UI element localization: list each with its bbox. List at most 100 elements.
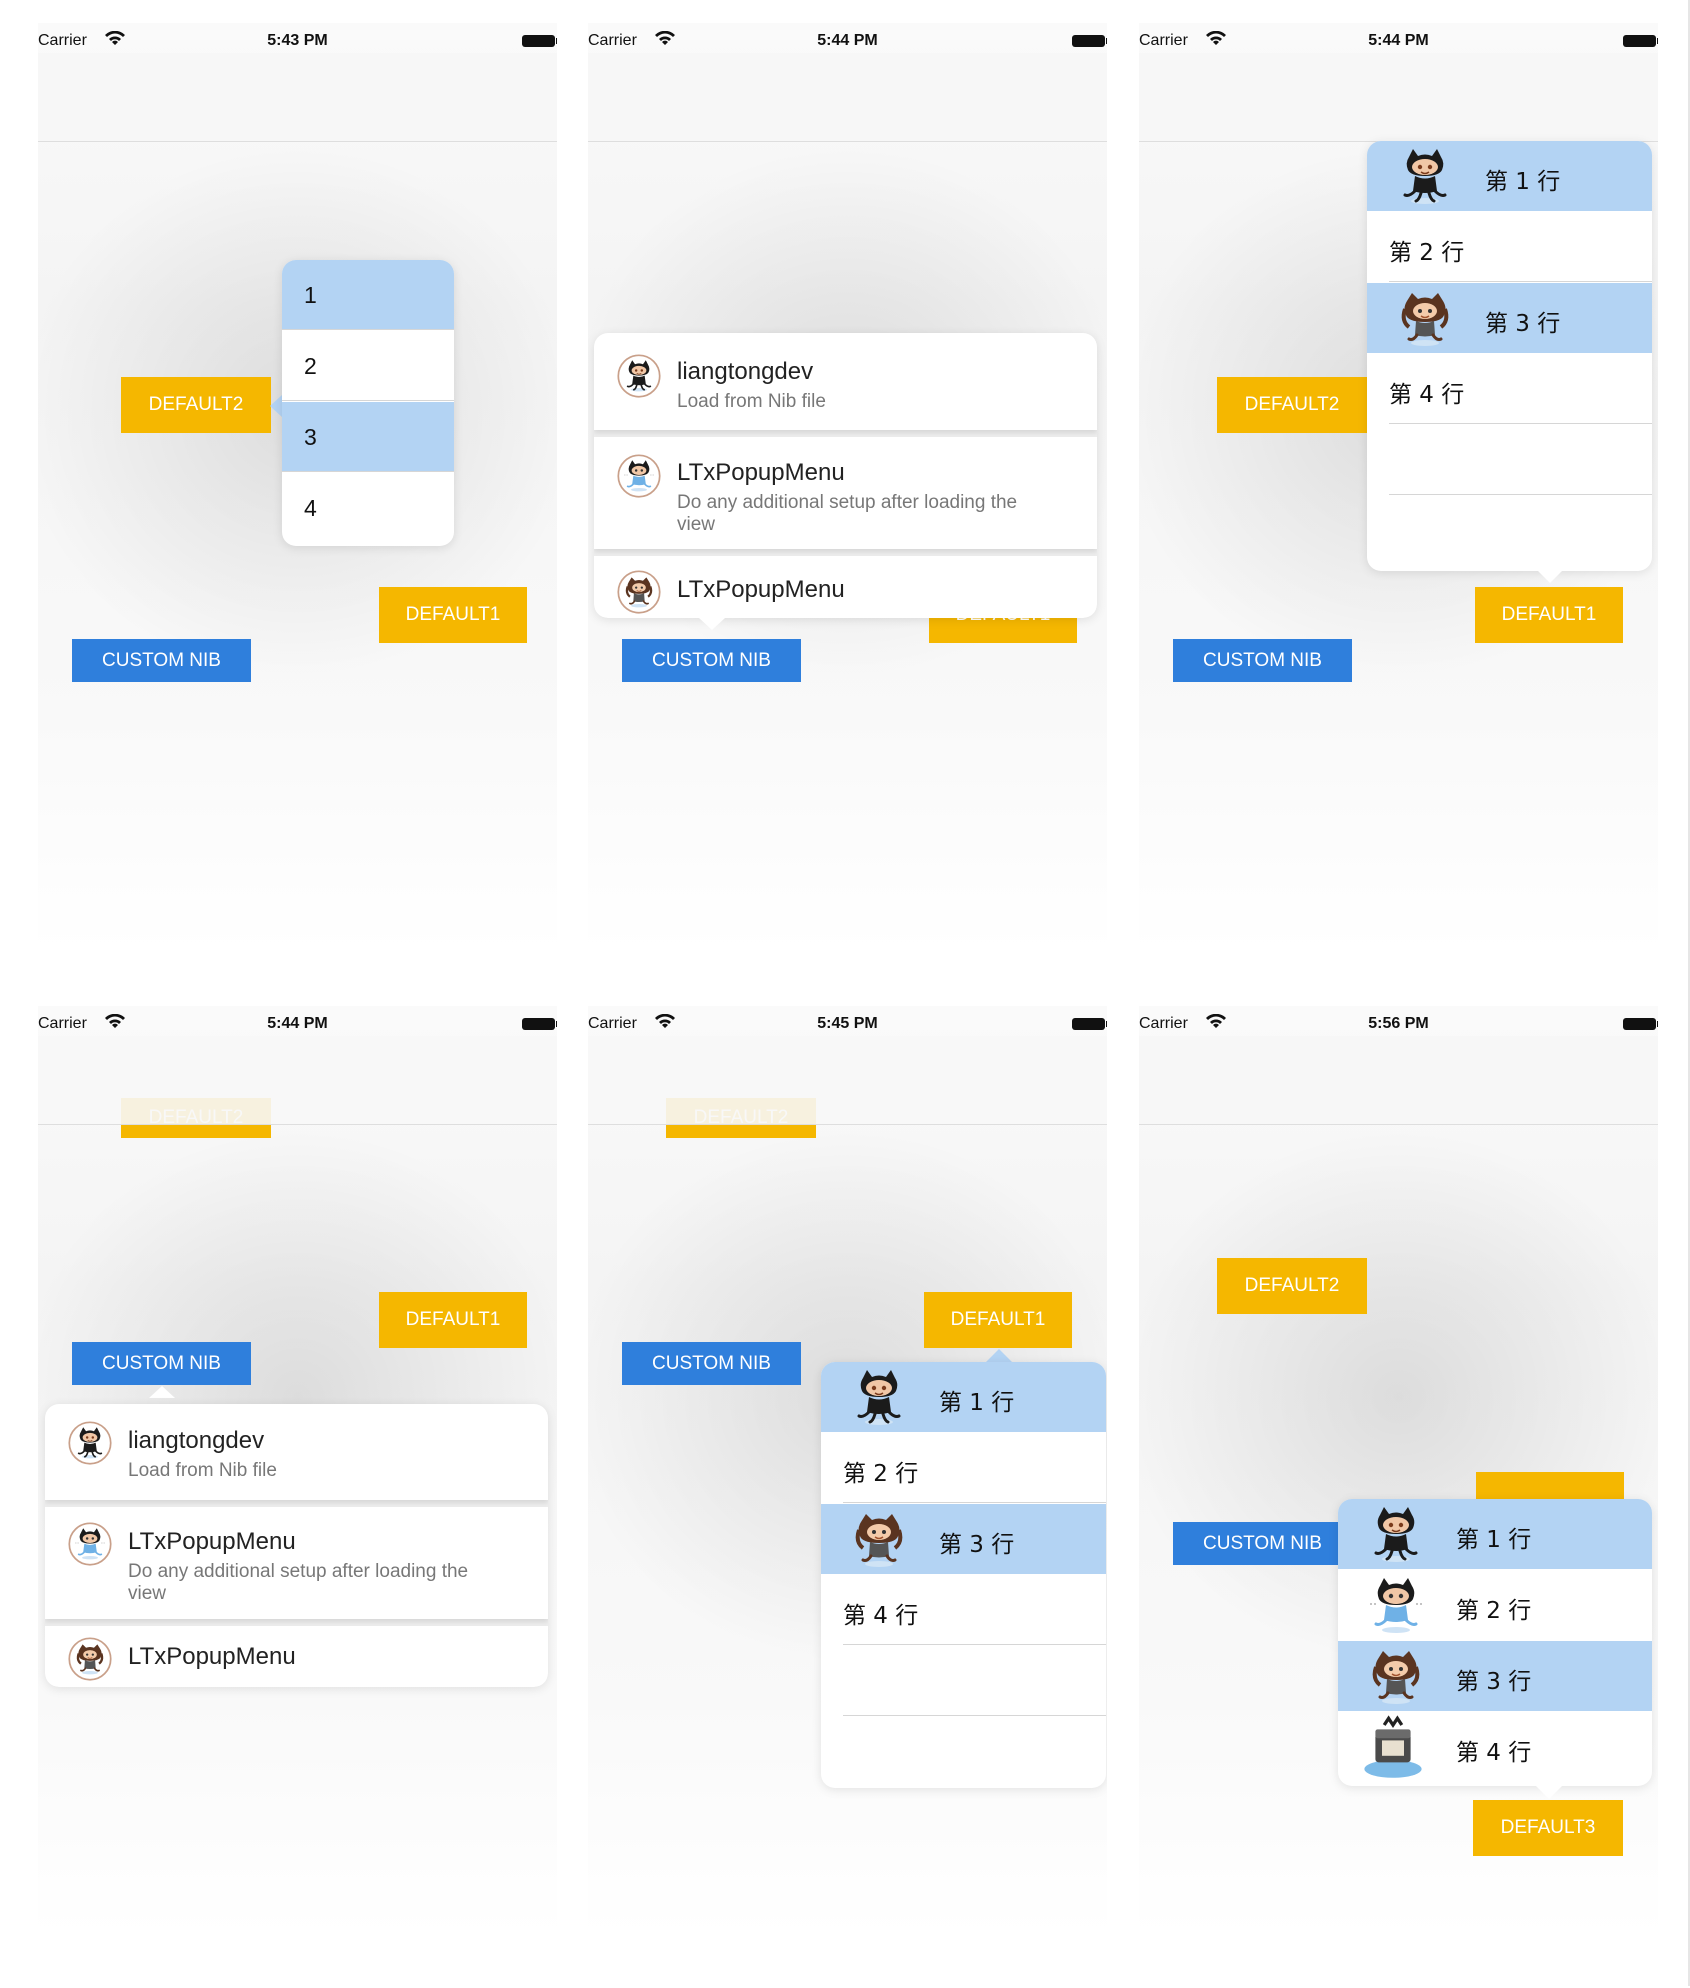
octocat-girl-avatar-icon <box>68 1637 112 1681</box>
octocat-avatar-icon <box>68 1421 112 1465</box>
menu-item[interactable]: 第 2 行 <box>1338 1570 1652 1640</box>
menu-separator <box>843 1715 1106 1716</box>
menu-item[interactable]: 第 4 行 <box>821 1575 1106 1645</box>
menu-item[interactable]: 第 3 行 <box>1338 1641 1652 1711</box>
default1-button[interactable]: DEFAULT1 <box>924 1292 1072 1348</box>
default1-button[interactable]: DEFAULT1 <box>379 587 527 643</box>
default1-button-hidden <box>1476 1472 1624 1502</box>
navigation-bar <box>38 53 557 142</box>
octocat-avatar-icon <box>1374 1505 1418 1563</box>
menu-item[interactable]: 第 3 行 <box>821 1504 1106 1574</box>
nib-item-title: liangtongdev <box>677 358 814 385</box>
popup-menu: 第 1 行 第 2 行 第 3 行 第 4 行 <box>1367 141 1652 571</box>
nib-item-subtitle: Load from Nib file <box>128 1460 277 1481</box>
menu-item[interactable]: 第 4 行 <box>1338 1712 1652 1782</box>
nib-menu-item[interactable]: LTxPopupMenu <box>45 1626 548 1687</box>
menu-item-label: 第 3 行 <box>1456 1669 1532 1695</box>
menu-separator <box>1389 494 1652 495</box>
default2-button[interactable]: DEFAULT2 <box>1217 377 1367 433</box>
octocat-avatar-icon <box>857 1368 901 1426</box>
menu-item[interactable]: 第 4 行 <box>1367 354 1652 424</box>
menu-item[interactable]: 4 <box>282 473 454 543</box>
menu-separator <box>282 329 454 330</box>
default2-button[interactable]: DEFAULT2 <box>1217 1258 1367 1314</box>
phone-screen: Carrier 5:44 PM DEFAULT2 DEFAULT1 CUSTOM… <box>1139 23 1658 953</box>
octocat-girl-avatar-icon <box>617 570 661 614</box>
menu-item[interactable]: 3 <box>282 402 454 472</box>
nib-item-title: LTxPopupMenu <box>677 576 845 603</box>
phone-screen: Carrier 5:43 PM DEFAULT2 DEFAULT1 CUSTOM… <box>38 23 557 953</box>
menu-item[interactable]: 第 1 行 <box>1338 1499 1652 1569</box>
menu-item-label: 第 2 行 <box>843 1461 919 1487</box>
popup-arrow <box>699 618 725 630</box>
octocat-girl-avatar-icon <box>855 1512 903 1568</box>
navigation-bar <box>1139 1036 1658 1125</box>
status-bar: Carrier 5:56 PM <box>1139 1006 1658 1036</box>
menu-item[interactable]: 第 1 行 <box>1367 141 1652 211</box>
menu-item-label: 第 4 行 <box>843 1603 919 1629</box>
phone-screen: Carrier 5:45 PM DEFAULT2 DEFAULT1 CUSTOM… <box>588 1006 1107 1936</box>
default3-button[interactable]: DEFAULT3 <box>1473 1800 1623 1856</box>
menu-item[interactable]: 2 <box>282 331 454 401</box>
default1-button[interactable]: DEFAULT1 <box>379 1292 527 1348</box>
menu-item-label: 第 4 行 <box>1456 1740 1532 1766</box>
menu-item-label: 第 4 行 <box>1389 382 1465 408</box>
menu-separator <box>843 1644 1106 1645</box>
menu-item[interactable]: 第 2 行 <box>1367 212 1652 282</box>
phone-screen: Carrier 5:44 PM DEFAULT2 DEFAULT1 CUSTOM… <box>38 1006 557 1936</box>
popup-menu: 1 2 3 4 <box>282 260 454 546</box>
nib-popup-menu: liangtongdev Load from Nib file LTxPopup… <box>594 333 1097 618</box>
menu-item-label: 第 1 行 <box>1485 169 1561 195</box>
custom-nib-button[interactable]: CUSTOM NIB <box>622 639 801 682</box>
custom-nib-button[interactable]: CUSTOM NIB <box>72 639 251 682</box>
menu-item-label: 第 1 行 <box>939 1390 1015 1416</box>
custom-nib-button[interactable]: CUSTOM NIB <box>1173 1522 1352 1565</box>
default1-button[interactable]: DEFAULT1 <box>1475 587 1623 643</box>
nib-menu-item[interactable]: LTxPopupMenu Do any additional setup aft… <box>45 1507 548 1619</box>
default2-button[interactable]: DEFAULT2 <box>121 377 271 433</box>
octocat-avatar-icon <box>617 354 661 398</box>
custom-nib-button[interactable]: CUSTOM NIB <box>72 1342 251 1385</box>
battery-icon <box>1072 1018 1107 1030</box>
status-time: 5:44 PM <box>1368 32 1429 49</box>
menu-item[interactable]: 第 3 行 <box>1367 283 1652 353</box>
nib-menu-item[interactable]: LTxPopupMenu <box>594 556 1097 618</box>
nib-menu-item[interactable]: liangtongdev Load from Nib file <box>45 1404 548 1500</box>
phone-screen: Carrier 5:44 PM DEFAULT1 CUSTOM NIB lian… <box>588 23 1107 953</box>
status-bar: Carrier 5:43 PM <box>38 23 557 53</box>
octocat-boy-avatar-icon <box>617 454 661 498</box>
octocat-boy-avatar-icon <box>1368 1576 1424 1634</box>
nib-menu-item[interactable]: liangtongdev Load from Nib file <box>594 333 1097 430</box>
popup-arrow <box>149 1386 175 1398</box>
status-bar: Carrier 5:44 PM <box>1139 23 1658 53</box>
menu-item-label: 4 <box>304 495 317 521</box>
menu-item[interactable]: 第 1 行 <box>821 1362 1106 1432</box>
menu-item[interactable]: 第 2 行 <box>821 1433 1106 1503</box>
menu-empty-row <box>1367 425 1652 495</box>
nib-item-title: LTxPopupMenu <box>677 459 845 486</box>
octocat-girl-avatar-icon <box>1401 291 1449 347</box>
menu-separator <box>282 471 454 472</box>
battery-icon <box>522 1018 557 1030</box>
battery-icon <box>1072 35 1107 47</box>
battery-icon <box>1623 35 1658 47</box>
nib-menu-item[interactable]: LTxPopupMenu Do any additional setup aft… <box>594 437 1097 549</box>
status-bar: Carrier 5:44 PM <box>38 1006 557 1036</box>
nib-item-title: liangtongdev <box>128 1427 265 1454</box>
popup-arrow <box>270 395 282 417</box>
menu-separator <box>843 1502 1106 1503</box>
status-time: 5:56 PM <box>1368 1015 1429 1032</box>
menu-item-label: 第 2 行 <box>1389 240 1465 266</box>
menu-item-label: 第 3 行 <box>939 1532 1015 1558</box>
status-time: 5:44 PM <box>817 32 878 49</box>
navigation-bar <box>38 1036 557 1125</box>
custom-nib-button[interactable]: CUSTOM NIB <box>1173 639 1352 682</box>
menu-item[interactable]: 1 <box>282 260 454 330</box>
popup-arrow <box>1537 570 1563 583</box>
menu-separator <box>1389 281 1652 282</box>
menu-item-label: 3 <box>304 424 317 450</box>
menu-item-label: 第 1 行 <box>1456 1527 1532 1553</box>
custom-nib-button[interactable]: CUSTOM NIB <box>622 1342 801 1385</box>
navigation-bar <box>1139 53 1658 142</box>
status-time: 5:45 PM <box>817 1015 878 1032</box>
